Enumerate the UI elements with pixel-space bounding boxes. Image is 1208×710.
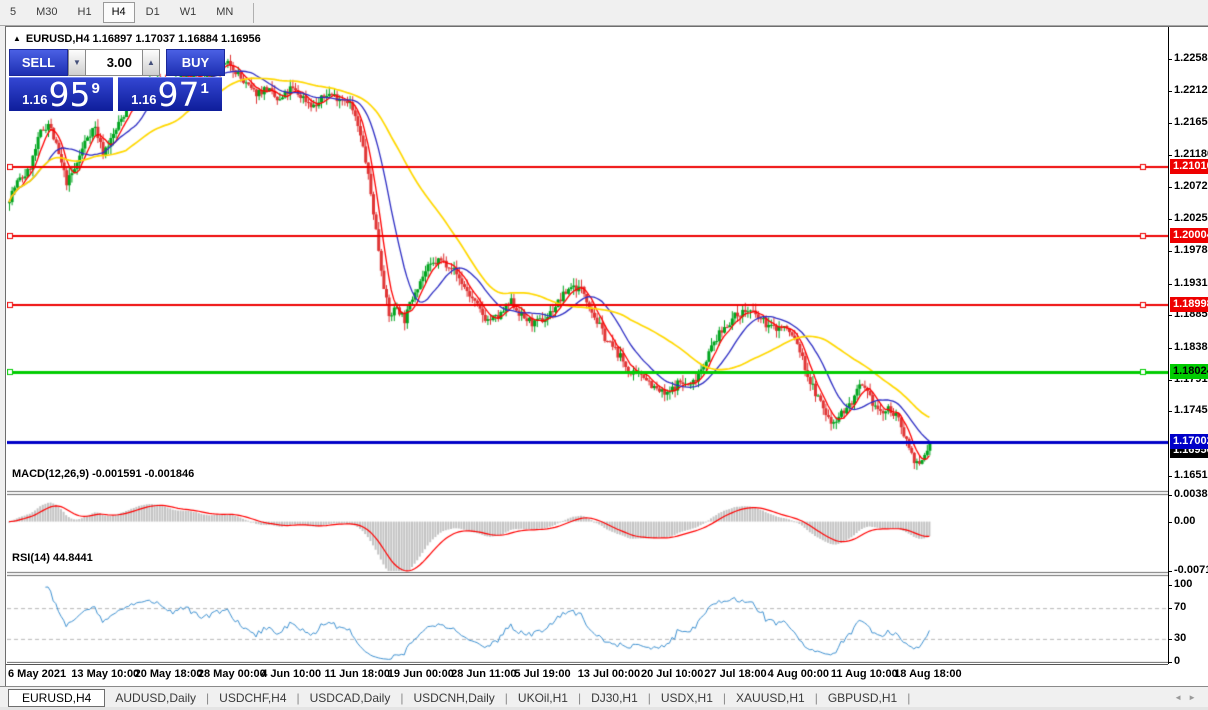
time-axis-label: 20 May 18:00	[134, 668, 203, 680]
tab-separator: |	[907, 690, 911, 705]
tab-scroll-left-icon[interactable]: ◄	[1174, 693, 1188, 702]
macd-axis-tick: -0.007195	[1169, 564, 1208, 576]
chart-tab-usdcnh-daily[interactable]: USDCNH,Daily	[403, 690, 504, 706]
price-axis-tick: 1.18380	[1169, 341, 1208, 353]
chart-tab-audusd-daily[interactable]: AUDUSD,Daily	[105, 690, 206, 706]
timeframe-button-w1[interactable]: W1	[171, 2, 206, 23]
price-axis-tick: 1.20720	[1169, 180, 1208, 192]
time-axis-label: 11 Aug 10:00	[830, 668, 898, 680]
rsi-axis-tick: 70	[1169, 601, 1186, 613]
price-axis-tick: 1.19310	[1169, 277, 1208, 289]
macd-axis-tick: 0.00	[1169, 515, 1195, 527]
price-chart-canvas[interactable]	[7, 48, 1168, 663]
level-price-label: 1.21010	[1170, 158, 1208, 174]
chart-window: ▲ EURUSD,H4 1.16897 1.17037 1.16884 1.169…	[5, 26, 1208, 687]
sell-price-pip: 9	[91, 80, 100, 97]
volume-decrease-button[interactable]: ▼	[68, 49, 86, 76]
rsi-axis-tick: 0	[1169, 655, 1180, 667]
rsi-axis-tick: 100	[1169, 578, 1192, 590]
time-axis-label: 19 Jun 00:00	[387, 668, 454, 680]
collapse-trade-panel-icon[interactable]: ▲	[13, 34, 21, 43]
buy-price-tile[interactable]: 1.16 97 1	[118, 77, 222, 111]
time-axis-label: 13 May 10:00	[71, 668, 140, 680]
price-axis-tick: 1.20250	[1169, 212, 1208, 224]
sell-button[interactable]: SELL	[9, 49, 68, 76]
buy-price-prefix: 1.16	[131, 92, 157, 107]
chevron-down-icon: ▼	[73, 58, 81, 67]
one-click-trading-panel: SELL ▼ 3.00 ▲ BUY 1.16 95 9 1.16 97 1	[9, 49, 228, 111]
chart-tab-usdx-h1[interactable]: USDX,H1	[651, 690, 723, 706]
level-price-label: 1.18024	[1170, 363, 1208, 379]
timeframe-button-d1[interactable]: D1	[137, 2, 169, 23]
chart-tab-usdcad-daily[interactable]: USDCAD,Daily	[300, 690, 401, 706]
price-axis-tick: 1.21650	[1169, 116, 1208, 128]
time-axis-label: 13 Jul 00:00	[577, 668, 641, 680]
sell-price-prefix: 1.16	[22, 92, 48, 107]
buy-button[interactable]: BUY	[166, 49, 225, 76]
time-axis-label: 18 Aug 18:00	[894, 668, 962, 680]
price-axis-tick: 1.22120	[1169, 84, 1208, 96]
chart-tab-xauusd-h1[interactable]: XAUUSD,H1	[726, 690, 815, 706]
price-axis-tick: 1.17450	[1169, 404, 1208, 416]
chart-ohlc-header: ▲ EURUSD,H4 1.16897 1.17037 1.16884 1.169…	[13, 33, 261, 45]
time-axis-label: 28 May 00:00	[197, 668, 266, 680]
time-axis-label: 4 Aug 00:00	[767, 668, 829, 680]
macd-axis-tick: 0.003873	[1169, 488, 1208, 500]
price-axis-tick: 1.22580	[1169, 52, 1208, 64]
buy-price-big: 97	[157, 77, 200, 111]
chart-tab-usdchf-h4[interactable]: USDCHF,H4	[209, 690, 296, 706]
timeframe-button-mn[interactable]: MN	[207, 2, 242, 23]
timeframe-button-5[interactable]: 5	[1, 2, 25, 23]
time-axis-label: 11 Jun 18:00	[324, 668, 390, 680]
time-axis-label: 6 May 2021	[8, 668, 67, 680]
time-axis-label: 4 Jun 10:00	[261, 668, 322, 680]
chart-tab-eurusd-h4[interactable]: EURUSD,H4	[8, 688, 106, 707]
toolbar-separator	[253, 2, 255, 23]
macd-indicator-label: MACD(12,26,9) -0.001591 -0.001846	[12, 468, 195, 480]
time-axis-label: 5 Jul 19:00	[514, 668, 571, 680]
chart-tab-bar: EURUSD,H4 AUDUSD,Daily | USDCHF,H4 | USDCAD,D…	[0, 686, 1208, 708]
chart-title: EURUSD,H4 1.16897 1.17037 1.16884 1.1695…	[25, 33, 261, 45]
rsi-axis-tick: 30	[1169, 632, 1186, 644]
timeframe-button-h4[interactable]: H4	[102, 2, 135, 23]
sell-price-tile[interactable]: 1.16 95 9	[9, 77, 113, 111]
time-axis-label: 28 Jun 11:00	[451, 668, 517, 680]
timeframe-button-m30[interactable]: M30	[27, 2, 66, 23]
mt4-terminal: 5 M30 H1 H4 D1 W1 MN ▲ EURUSD,H4 1.16897 1.1703…	[0, 0, 1208, 710]
time-axis-label: 27 Jul 18:00	[704, 668, 767, 680]
chart-tab-gbpusd-h1[interactable]: GBPUSD,H1	[818, 690, 907, 706]
chart-tab-dj30-h1[interactable]: DJ30,H1	[581, 690, 648, 706]
timeframe-toolbar: 5 M30 H1 H4 D1 W1 MN	[0, 0, 1208, 26]
time-axis: 6 May 2021 13 May 10:00 20 May 18:00 28 May…	[6, 664, 1168, 687]
level-price-label: 1.20004	[1170, 227, 1208, 243]
timeframe-button-h1[interactable]: H1	[69, 2, 101, 23]
buy-price-pip: 1	[200, 80, 209, 97]
time-axis-label: 20 Jul 10:00	[641, 668, 704, 680]
chevron-up-icon: ▲	[147, 58, 155, 67]
volume-increase-button[interactable]: ▲	[142, 49, 160, 76]
price-axis-tick: 1.16510	[1169, 469, 1208, 481]
volume-input[interactable]: 3.00	[86, 49, 142, 76]
level-price-label: 1.18998	[1170, 297, 1208, 313]
rsi-indicator-label: RSI(14) 44.8441	[12, 552, 93, 564]
level-price-label: 1.17002	[1170, 434, 1208, 450]
chart-tab-ukoil-h1[interactable]: UKOil,H1	[508, 690, 578, 706]
sell-price-big: 95	[48, 77, 91, 111]
tab-scroll-right-icon[interactable]: ►	[1188, 693, 1202, 702]
price-axis-tick: 1.19780	[1169, 244, 1208, 256]
price-axis: 1.225801.221201.216501.211801.207201.202…	[1168, 27, 1208, 667]
